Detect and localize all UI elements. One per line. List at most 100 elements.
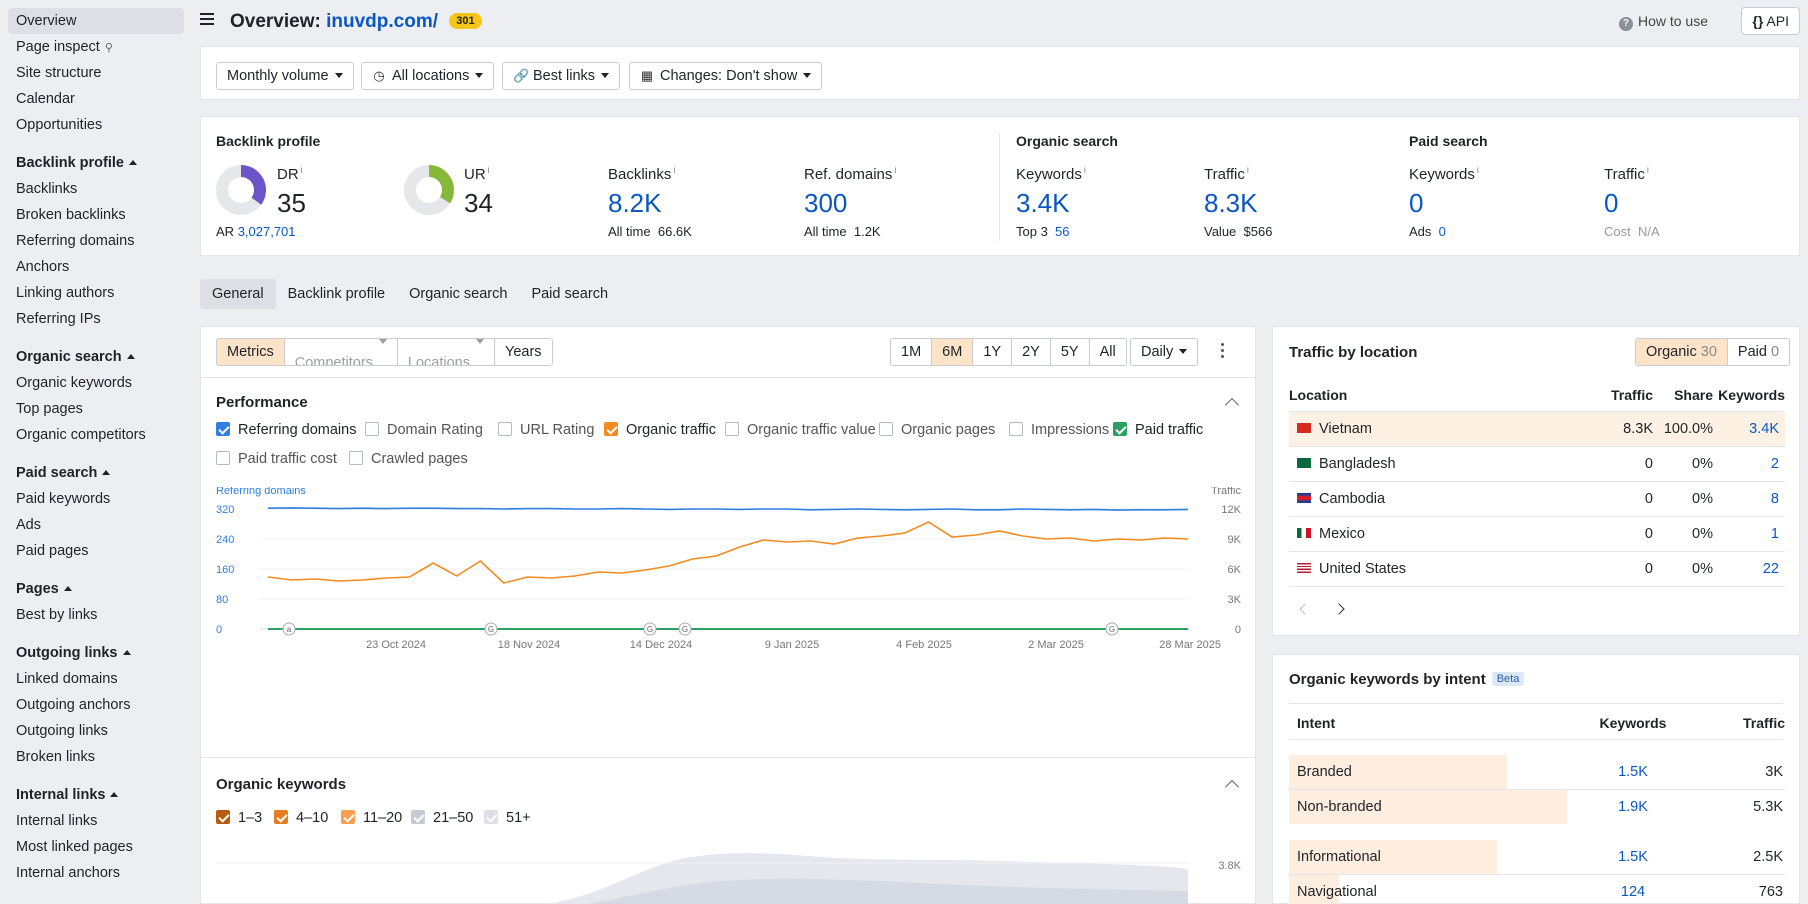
annotation-marker[interactable]: G (1105, 622, 1119, 636)
sidebar-section-backlink-profile[interactable]: Backlink profile (8, 150, 184, 176)
checkbox-paid-traffic[interactable]: Paid traffic (1113, 422, 1203, 438)
intent-keywords-link[interactable]: 1.9K (1573, 799, 1693, 815)
backlinks-label[interactable]: Backlinks i (608, 165, 675, 183)
how-to-use-link[interactable]: ? How to use (1618, 13, 1708, 31)
sidebar-item-internal-links[interactable]: Internal links (8, 808, 184, 834)
mode-competitors[interactable]: Competitors (285, 339, 398, 365)
range-1y[interactable]: 1Y (973, 339, 1013, 365)
dr-label[interactable]: DR i (277, 165, 303, 183)
sidebar-section-pages[interactable]: Pages (8, 576, 184, 602)
sidebar-item-site-structure[interactable]: Site structure (8, 60, 184, 86)
sidebar-item-paid-keywords[interactable]: Paid keywords (8, 486, 184, 512)
sidebar-item-organic-keywords[interactable]: Organic keywords (8, 370, 184, 396)
sidebar-item-outgoing-links[interactable]: Outgoing links (8, 718, 184, 744)
sidebar-item-linked-domains[interactable]: Linked domains (8, 666, 184, 692)
ads-link[interactable]: 0 (1439, 224, 1446, 239)
target-domain-link[interactable]: inuvdp.com/ (326, 11, 438, 32)
paid-traffic-value-link[interactable]: 0 (1604, 188, 1618, 219)
ur-label[interactable]: UR i (464, 165, 490, 183)
collapse-icon[interactable] (1224, 397, 1240, 413)
checkbox-bucket-11-20[interactable]: 11–20 (341, 810, 402, 826)
checkbox-organic-traffic-value[interactable]: Organic traffic value (725, 422, 876, 438)
sidebar-item-opportunities[interactable]: Opportunities (8, 112, 184, 138)
checkbox-bucket-4-10[interactable]: 4–10 (274, 810, 328, 826)
intent-row[interactable]: Informational 1.5K 2.5K (1289, 840, 1785, 875)
intent-keywords-link[interactable]: 1.5K (1573, 849, 1693, 865)
sidebar-item-linking-authors[interactable]: Linking authors (8, 280, 184, 306)
keywords-link[interactable]: 2 (1771, 456, 1779, 472)
organic-traffic-label[interactable]: Traffic i (1204, 165, 1249, 183)
changes-dropdown[interactable]: ▦ Changes: Don't show (629, 62, 823, 90)
keywords-link[interactable]: 8 (1771, 491, 1779, 507)
sidebar-item-page-inspect[interactable]: Page inspect ⚲ (8, 34, 184, 60)
range-5y[interactable]: 5Y (1051, 339, 1090, 365)
locations-dropdown[interactable]: ◷ All locations (361, 62, 495, 90)
sidebar-item-top-pages[interactable]: Top pages (8, 396, 184, 422)
intent-keywords-link[interactable]: 1.5K (1573, 764, 1693, 780)
checkbox-bucket-21-50[interactable]: 21–50 (411, 810, 473, 826)
sidebar-item-outgoing-anchors[interactable]: Outgoing anchors (8, 692, 184, 718)
checkbox-organic-pages[interactable]: Organic pages (879, 422, 995, 438)
toggle-paid[interactable]: Paid 0 (1728, 339, 1789, 365)
collapse-icon[interactable] (1224, 779, 1240, 795)
mode-metrics[interactable]: Metrics (217, 339, 285, 365)
annotation-marker[interactable]: G (678, 622, 692, 636)
annotation-marker[interactable]: G (643, 622, 657, 636)
top3-link[interactable]: 56 (1055, 224, 1069, 239)
prev-page-icon[interactable] (1299, 603, 1311, 615)
tab-organic-search[interactable]: Organic search (397, 279, 519, 309)
paid-keywords-value-link[interactable]: 0 (1409, 188, 1423, 219)
sidebar-item-most-linked-pages[interactable]: Most linked pages (8, 834, 184, 860)
checkbox-organic-traffic[interactable]: Organic traffic (604, 422, 716, 438)
paid-traffic-label[interactable]: Traffic i (1604, 165, 1649, 183)
sidebar-section-outgoing-links[interactable]: Outgoing links (8, 640, 184, 666)
location-row[interactable]: Vietnam 8.3K 100.0% 3.4K (1289, 412, 1785, 447)
granularity-dropdown[interactable]: Daily (1130, 338, 1199, 366)
location-row[interactable]: Mexico 0 0% 1 (1289, 517, 1785, 552)
organic-traffic-value-link[interactable]: 8.3K (1204, 188, 1258, 219)
keywords-link[interactable]: 3.4K (1749, 421, 1779, 437)
checkbox-paid-traffic-cost[interactable]: Paid traffic cost (216, 451, 337, 467)
menu-icon[interactable] (200, 13, 214, 25)
keywords-link[interactable]: 22 (1763, 561, 1779, 577)
location-row[interactable]: Bangladesh 0 0% 2 (1289, 447, 1785, 482)
checkbox-domain-rating[interactable]: Domain Rating (365, 422, 483, 438)
sidebar-item-anchors[interactable]: Anchors (8, 254, 184, 280)
paid-keywords-label[interactable]: Keywords i (1409, 165, 1479, 183)
sidebar-item-ads[interactable]: Ads (8, 512, 184, 538)
intent-keywords-link[interactable]: 124 (1573, 884, 1693, 900)
intent-row[interactable]: Navigational 124 763 (1289, 875, 1785, 904)
tab-paid-search[interactable]: Paid search (519, 279, 620, 309)
organic-keywords-value-link[interactable]: 3.4K (1016, 188, 1070, 219)
ref-domains-value-link[interactable]: 300 (804, 188, 847, 219)
checkbox-bucket-51[interactable]: 51+ (484, 810, 531, 826)
organic-keywords-label[interactable]: Keywords i (1016, 165, 1086, 183)
sidebar-item-internal-anchors[interactable]: Internal anchors (8, 860, 184, 886)
volume-dropdown[interactable]: Monthly volume (216, 62, 354, 90)
api-button[interactable]: {} API (1741, 7, 1800, 35)
sidebar-section-organic-search[interactable]: Organic search (8, 344, 184, 370)
range-all[interactable]: All (1090, 339, 1126, 365)
checkbox-impressions[interactable]: Impressions (1009, 422, 1109, 438)
annotation-marker[interactable]: a (282, 622, 296, 636)
intent-row[interactable]: Branded 1.5K 3K (1289, 755, 1785, 790)
tab-general[interactable]: General (200, 279, 276, 309)
more-options-icon[interactable] (1221, 343, 1225, 361)
keywords-link[interactable]: 1 (1771, 526, 1779, 542)
checkbox-bucket-1-3[interactable]: 1–3 (216, 810, 262, 826)
sidebar-item-broken-backlinks[interactable]: Broken backlinks (8, 202, 184, 228)
links-dropdown[interactable]: 🔗 Best links (502, 62, 621, 90)
sidebar-section-paid-search[interactable]: Paid search (8, 460, 184, 486)
annotation-marker[interactable]: G (484, 622, 498, 636)
mode-locations[interactable]: Locations (398, 339, 495, 365)
range-6m[interactable]: 6M (932, 339, 974, 365)
sidebar-item-best-by-links[interactable]: Best by links (8, 602, 184, 628)
sidebar-item-organic-competitors[interactable]: Organic competitors (8, 422, 184, 448)
checkbox-referring-domains[interactable]: Referring domains (216, 422, 356, 438)
sidebar-item-referring-ips[interactable]: Referring IPs (8, 306, 184, 332)
intent-row[interactable]: Non-branded 1.9K 5.3K (1289, 790, 1785, 825)
checkbox-url-rating[interactable]: URL Rating (498, 422, 594, 438)
ar-value-link[interactable]: 3,027,701 (238, 224, 296, 239)
next-page-icon[interactable] (1333, 603, 1345, 615)
backlinks-value-link[interactable]: 8.2K (608, 188, 662, 219)
